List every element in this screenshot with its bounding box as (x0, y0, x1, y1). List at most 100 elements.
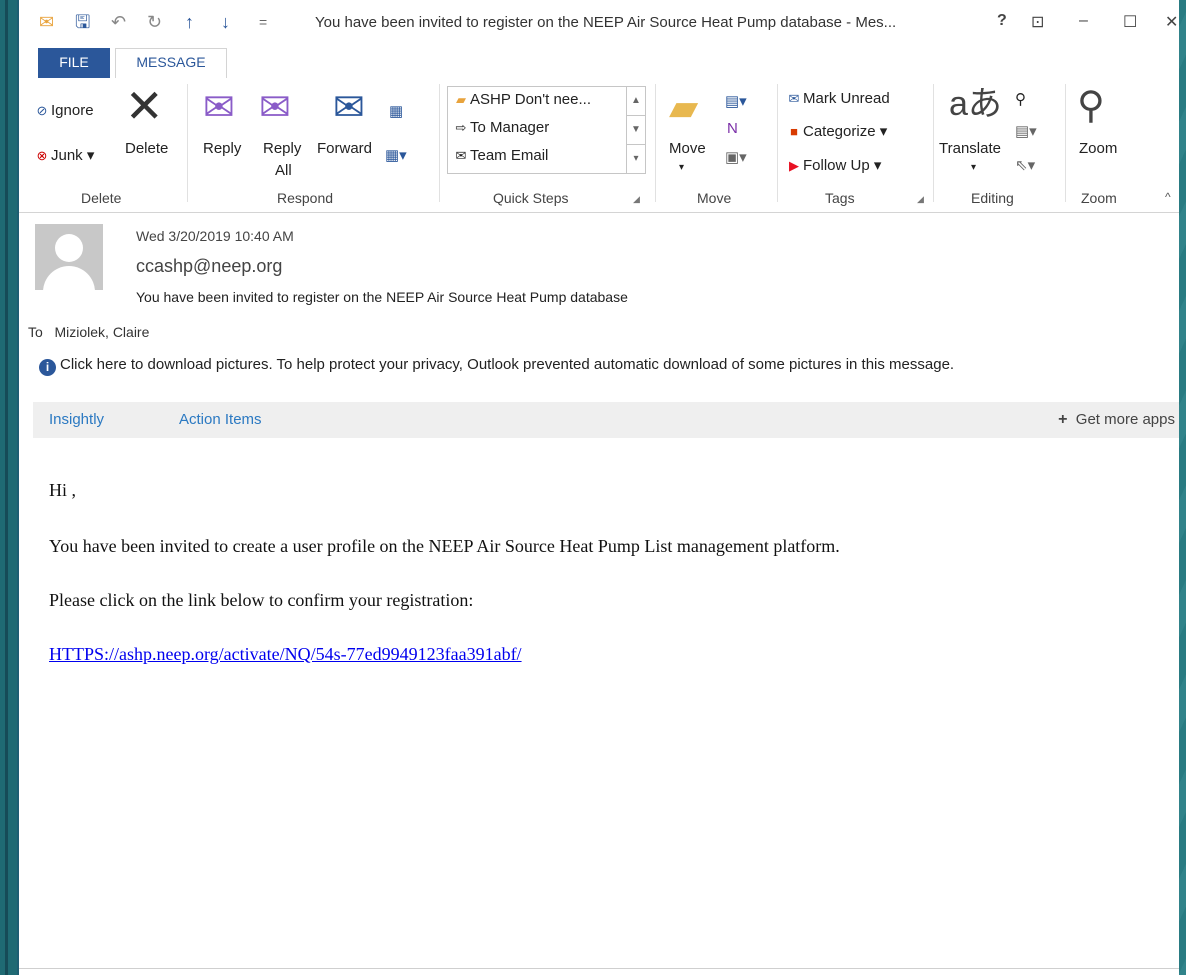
envelope-icon: ✉ (39, 12, 55, 32)
tags-launcher-icon[interactable]: ◢ (917, 194, 924, 205)
actions-icon[interactable]: ▣▾ (725, 148, 747, 166)
sender-address[interactable]: ccashp@neep.org (136, 256, 282, 277)
collapse-ribbon-icon[interactable]: ^ (1165, 190, 1171, 204)
group-divider (655, 84, 656, 202)
download-pictures-infobar[interactable]: i Click here to download pictures. To hel… (39, 356, 954, 376)
reply-button[interactable]: Reply (203, 140, 241, 157)
junk-button[interactable]: ⊗ Junk ▾ (33, 146, 95, 164)
desktop-edge (0, 0, 17, 975)
zoom-button[interactable]: Zoom (1079, 140, 1117, 157)
group-divider (777, 84, 778, 202)
more-respond-icon[interactable]: ▦▾ (385, 146, 407, 164)
message-date: Wed 3/20/2019 10:40 AM (136, 228, 294, 244)
arrow-down-icon[interactable]: ↓ (221, 12, 230, 32)
categorize-icon: ■ (790, 124, 798, 139)
undo-icon[interactable]: ↶ (111, 12, 126, 32)
rules-icon[interactable]: ▤▾ (725, 92, 747, 110)
redo-icon[interactable]: ↻ (147, 12, 162, 32)
mark-unread-button[interactable]: ✉ Mark Unread (785, 90, 890, 107)
avatar (35, 224, 103, 290)
window-title: You have been invited to register on the… (315, 14, 897, 31)
maximize-button[interactable]: ☐ (1123, 12, 1137, 32)
window-bottom-border (19, 968, 1179, 969)
body-greeting: Hi , (49, 480, 76, 500)
quick-step-label: To Manager (470, 119, 550, 136)
group-divider (187, 84, 188, 202)
app-insightly[interactable]: Insightly (49, 411, 104, 428)
recipients-line: To Miziolek, Claire (28, 324, 149, 340)
group-divider (439, 84, 440, 202)
ribbon-display-options-icon[interactable]: ⊡ (1031, 12, 1044, 32)
activation-link[interactable]: HTTPS://ashp.neep.org/activate/NQ/54s-77… (49, 644, 522, 665)
ignore-icon: ⊘ (36, 103, 48, 118)
flag-icon: ▶ (789, 158, 799, 173)
zoom-icon[interactable]: ⚲ (1077, 86, 1105, 126)
save-icon[interactable]: 🖫 (75, 12, 90, 32)
group-label-editing: Editing (971, 190, 1014, 206)
tab-message[interactable]: MESSAGE (115, 48, 227, 79)
ignore-button[interactable]: ⊘ Ignore (33, 102, 94, 119)
find-icon[interactable]: ⚲ (1015, 90, 1026, 108)
ribbon-tabs: FILE MESSAGE (19, 48, 1179, 79)
help-icon[interactable]: ? (997, 12, 1007, 30)
quick-step-item[interactable]: ✉ Team Email (452, 147, 549, 164)
move-button[interactable]: Move (669, 140, 706, 157)
translate-dropdown-icon[interactable]: ▾ (971, 162, 976, 173)
message-subject: You have been invited to register on the… (136, 289, 628, 305)
mark-unread-icon: ✉ (788, 91, 800, 106)
reply-icon[interactable]: ✉ (203, 88, 235, 128)
follow-up-button[interactable]: ▶ Follow Up ▾ (785, 156, 881, 174)
categorize-label: Categorize (803, 123, 876, 140)
outlook-message-window: ✉ 🖫 ↶ ↻ ↑ ↓ = You have been invited to r… (17, 0, 1179, 975)
group-label-zoom: Zoom (1081, 190, 1117, 206)
translate-icon[interactable]: aあ (949, 84, 1002, 124)
follow-up-label: Follow Up (803, 157, 870, 174)
close-button[interactable]: ✕ (1165, 12, 1178, 32)
quick-step-item[interactable]: ▰ ASHP Don't nee... (452, 91, 591, 108)
forward-icon[interactable]: ✉ (333, 88, 365, 128)
reply-all-button[interactable]: Reply (263, 140, 301, 157)
plus-icon: + (1058, 411, 1068, 428)
group-label-quick-steps: Quick Steps (493, 190, 569, 206)
meeting-reply-icon[interactable]: ▦ (389, 102, 403, 120)
categorize-button[interactable]: ■ Categorize ▾ (785, 122, 887, 140)
recipient-name[interactable]: Miziolek, Claire (54, 324, 149, 340)
forward-button[interactable]: Forward (317, 140, 372, 157)
arrow-up-icon[interactable]: ↑ (185, 12, 194, 32)
move-dropdown-icon[interactable]: ▾ (679, 162, 684, 173)
body-paragraph: Please click on the link below to confir… (49, 590, 474, 610)
translate-button[interactable]: Translate (939, 140, 1001, 157)
quick-steps-scrollbar[interactable]: ▲ ▼ ▾ (626, 87, 645, 173)
reply-all-label-2: All (275, 162, 292, 179)
mark-unread-label: Mark Unread (803, 90, 890, 107)
get-more-apps-label: Get more apps (1075, 411, 1175, 428)
onenote-icon[interactable]: N (727, 120, 738, 137)
delete-button[interactable]: Delete (125, 140, 168, 157)
title-bar: ✉ 🖫 ↶ ↻ ↑ ↓ = You have been invited to r… (19, 0, 1179, 48)
minimize-button[interactable]: – (1079, 12, 1088, 30)
body-paragraph: You have been invited to create a user p… (49, 536, 840, 556)
group-label-respond: Respond (277, 190, 334, 206)
team-email-icon: ✉ (455, 148, 467, 163)
select-icon[interactable]: ▤▾ (1015, 122, 1037, 140)
group-label-move: Move (697, 190, 732, 206)
quick-steps-launcher-icon[interactable]: ◢ (633, 194, 640, 205)
desktop-edge-line (5, 0, 8, 975)
quick-steps-gallery: ▰ ASHP Don't nee... ⇨ To Manager ✉ Team Ema… (447, 86, 646, 174)
customize-toolbar-icon[interactable]: = (259, 12, 267, 32)
app-action-items[interactable]: Action Items (179, 411, 262, 428)
quick-step-label: ASHP Don't nee... (470, 91, 591, 108)
cursor-icon[interactable]: ⇖▾ (1015, 156, 1035, 174)
info-icon: i (39, 359, 56, 376)
get-more-apps-button[interactable]: + Get more apps (1058, 411, 1175, 429)
to-label: To (28, 324, 43, 340)
quick-step-item[interactable]: ⇨ To Manager (452, 119, 550, 136)
reply-all-icon[interactable]: ✉ (259, 88, 291, 128)
junk-label: Junk (51, 147, 83, 164)
tab-file[interactable]: FILE (38, 48, 110, 78)
apps-bar: Insightly Action Items + Get more apps (33, 402, 1179, 438)
to-manager-icon: ⇨ (455, 120, 467, 135)
delete-icon[interactable]: ✕ (125, 83, 164, 129)
infobar-text: Click here to download pictures. To help… (60, 356, 955, 373)
move-icon[interactable]: ▰ (669, 88, 698, 128)
